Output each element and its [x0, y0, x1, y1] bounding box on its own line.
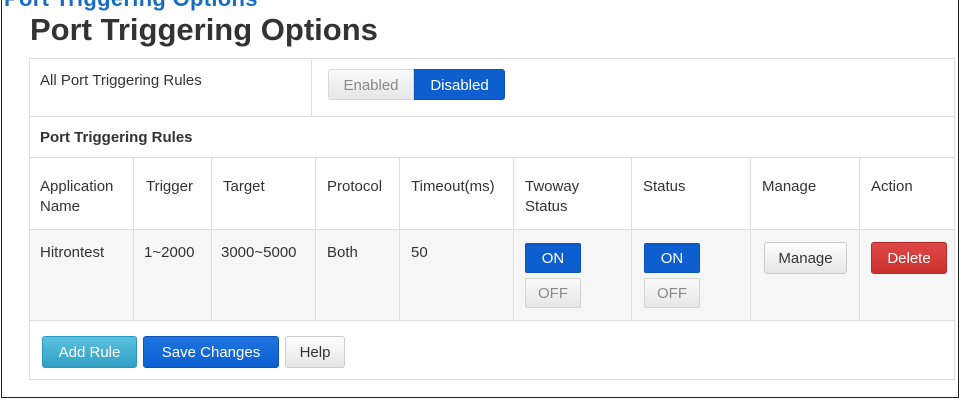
col-header-timeout: Timeout(ms): [411, 178, 495, 195]
save-changes-button[interactable]: Save Changes: [143, 336, 279, 368]
cell-protocol: Both: [327, 244, 358, 261]
add-rule-button[interactable]: Add Rule: [42, 336, 137, 368]
all-rules-disabled-button[interactable]: Disabled: [414, 69, 505, 100]
page-title: Port Triggering Options: [30, 12, 378, 47]
column-divider: [399, 158, 400, 320]
all-rules-label: All Port Triggering Rules: [40, 72, 202, 89]
all-rules-row: All Port Triggering Rules Enabled Disabl…: [30, 59, 954, 117]
all-rules-enabled-button[interactable]: Enabled: [328, 69, 414, 100]
manage-button[interactable]: Manage: [764, 242, 847, 274]
divider: [30, 229, 954, 230]
col-header-twoway-line2: Status: [525, 198, 568, 215]
cell-timeout: 50: [411, 244, 428, 261]
clipped-header-title: Port Triggering Options: [4, 0, 258, 12]
cell-trigger: 1~2000: [144, 244, 195, 261]
column-divider: [311, 59, 312, 117]
col-header-twoway-line1: Twoway: [525, 178, 580, 195]
window-frame: Port Triggering Options Port Triggering …: [1, 0, 959, 398]
status-on-toggle[interactable]: ON: [644, 243, 700, 273]
col-header-twoway-status: Twoway Status: [525, 177, 579, 217]
column-divider: [631, 158, 632, 320]
column-divider: [315, 158, 316, 320]
column-divider: [859, 158, 860, 320]
twoway-on-toggle[interactable]: ON: [525, 243, 581, 273]
cell-target: 3000~5000: [221, 244, 297, 261]
column-divider: [133, 158, 134, 320]
divider: [30, 157, 954, 158]
column-divider: [513, 158, 514, 320]
twoway-off-toggle[interactable]: OFF: [525, 278, 581, 308]
column-divider: [211, 158, 212, 320]
col-header-app-name: Application Name: [40, 177, 113, 217]
col-header-action: Action: [871, 178, 913, 195]
divider: [30, 320, 954, 321]
col-header-status: Status: [643, 178, 686, 195]
delete-button[interactable]: Delete: [871, 242, 947, 274]
cell-app-name: Hitrontest: [40, 244, 105, 261]
column-divider: [750, 158, 751, 320]
col-header-app-name-line1: Application: [40, 178, 114, 195]
status-off-toggle[interactable]: OFF: [644, 278, 700, 308]
port-triggering-panel: All Port Triggering Rules Enabled Disabl…: [29, 58, 955, 380]
rules-section-title: Port Triggering Rules: [40, 129, 193, 146]
help-button[interactable]: Help: [285, 336, 345, 368]
col-header-trigger: Trigger: [146, 178, 193, 195]
col-header-protocol: Protocol: [327, 178, 383, 195]
col-header-manage: Manage: [762, 178, 817, 195]
col-header-target: Target: [223, 178, 265, 195]
col-header-app-name-line2: Name: [40, 198, 81, 215]
